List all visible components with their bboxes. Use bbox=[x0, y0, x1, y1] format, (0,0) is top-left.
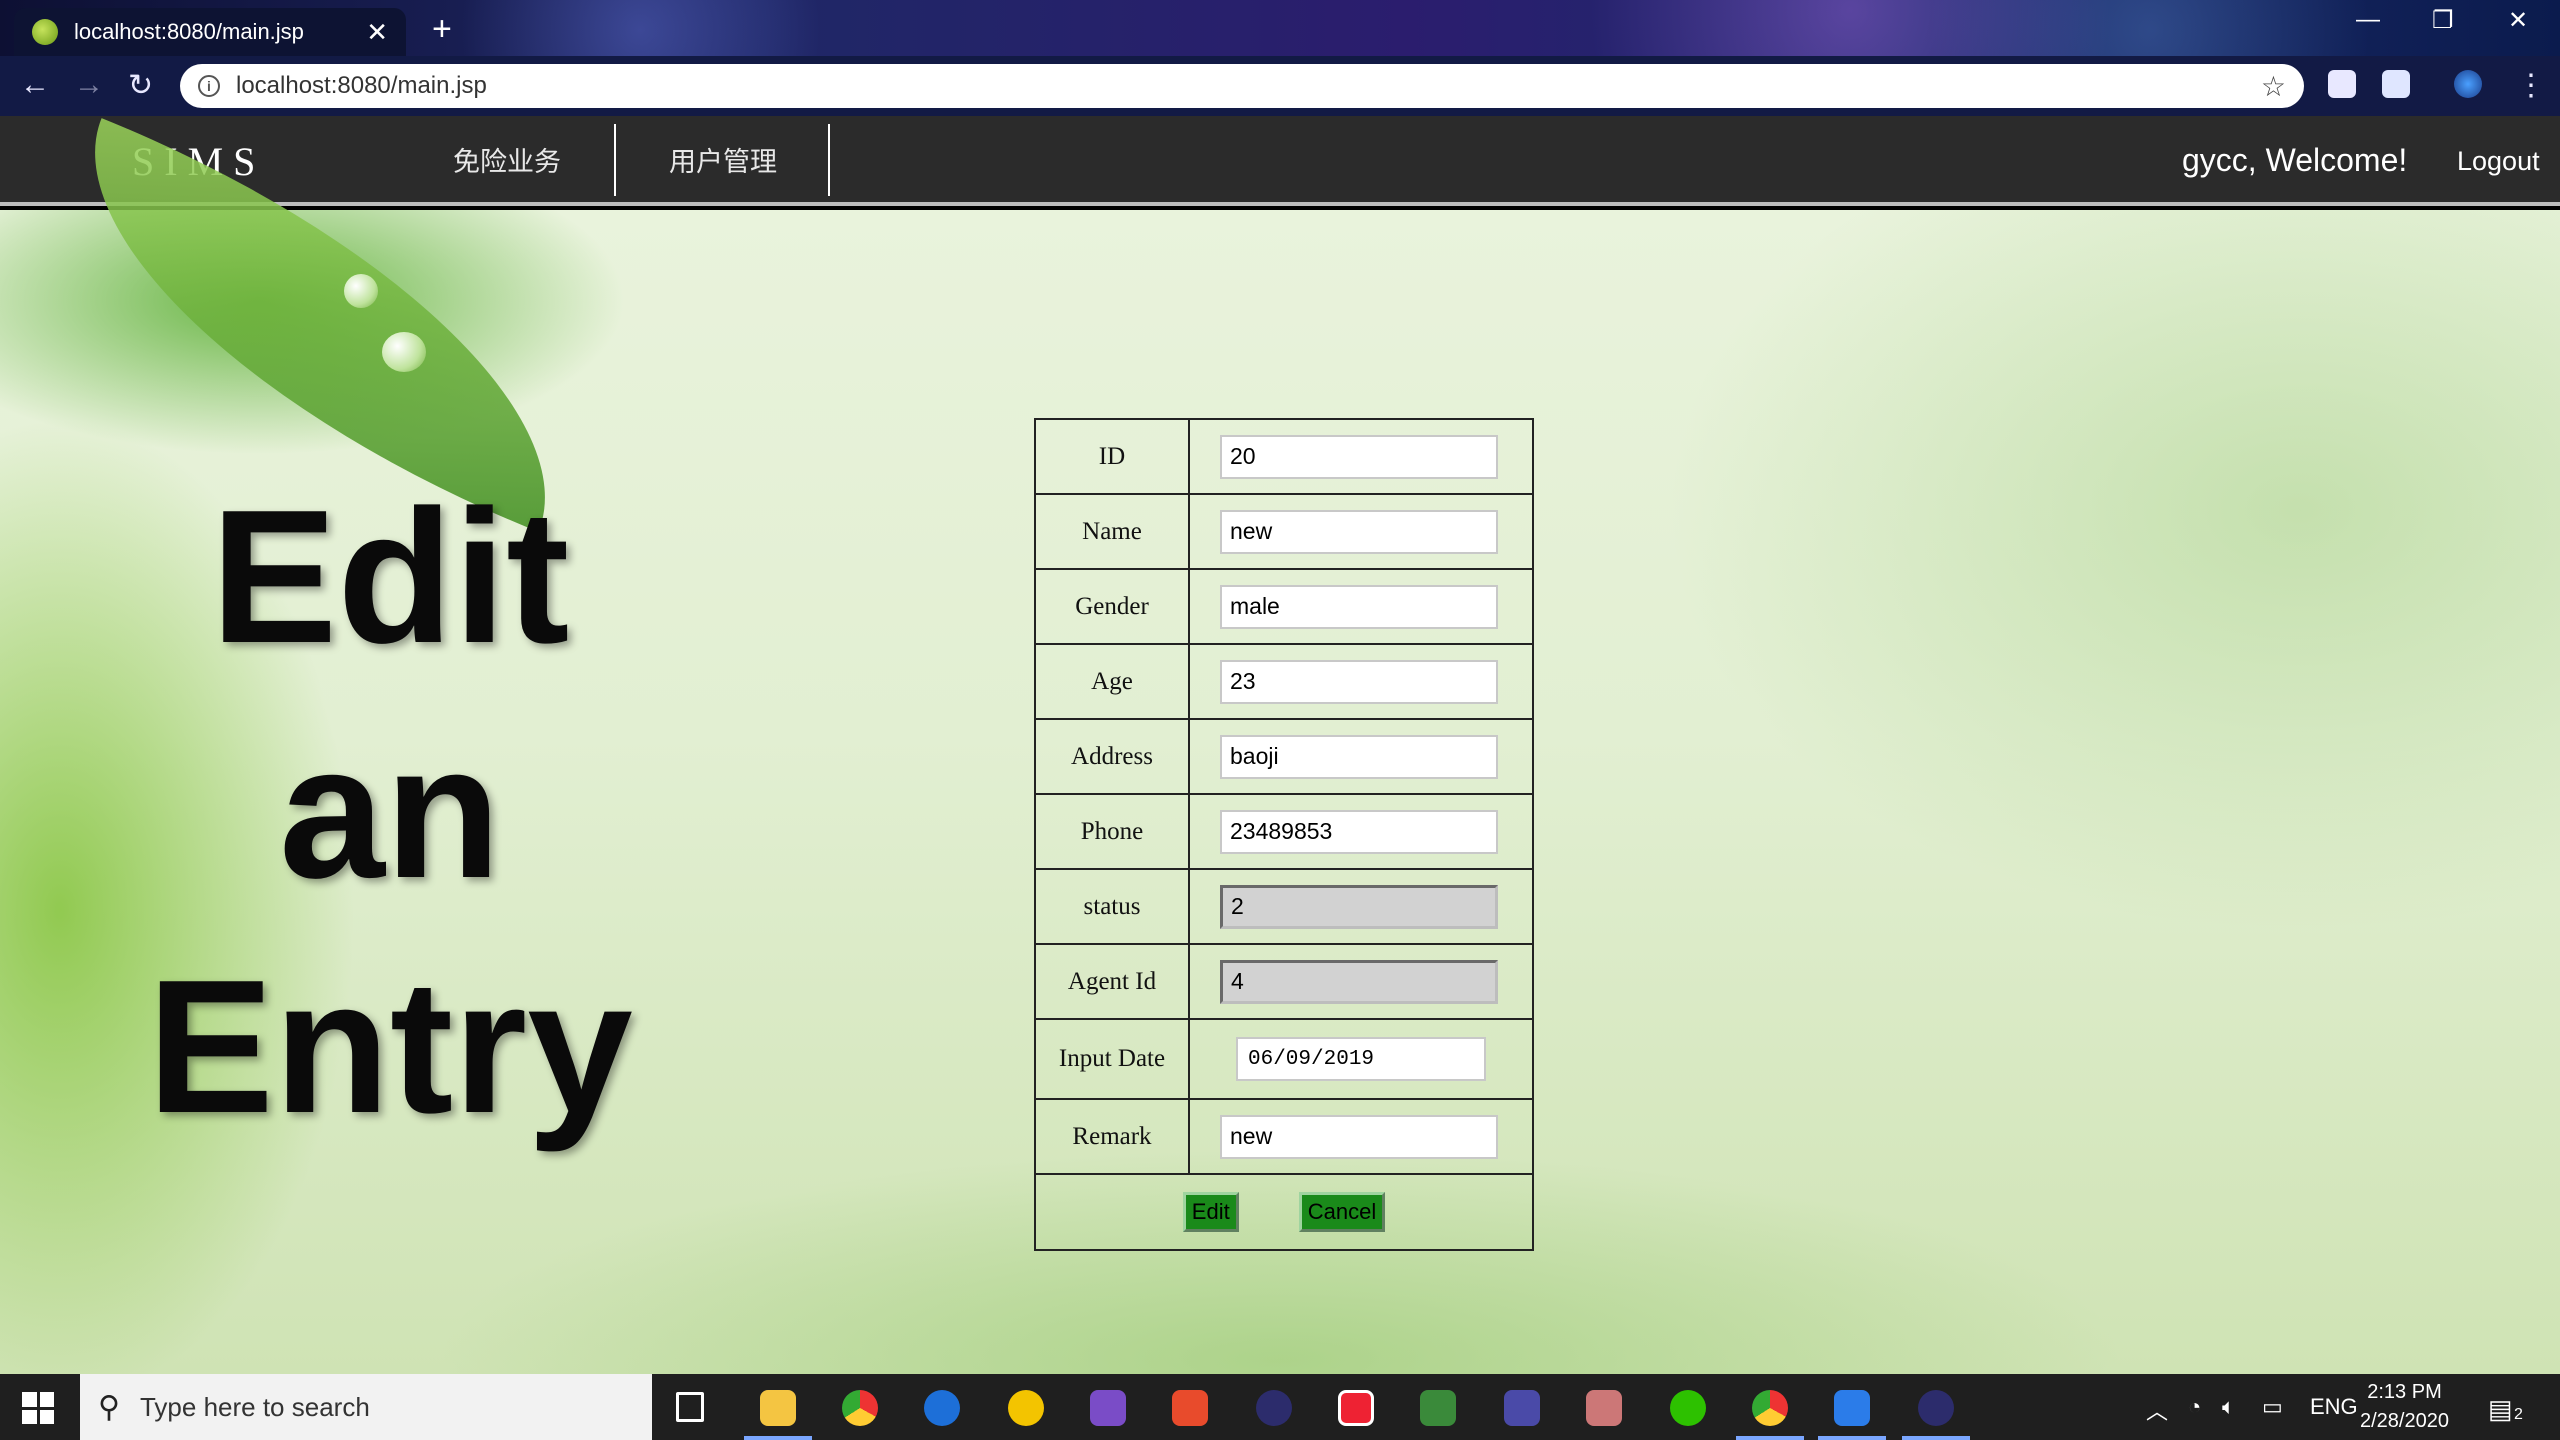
windows-taskbar: ⚲ Type here to search ︿ ◔ 🔈︎ ▭ ENG 2:13 … bbox=[0, 1374, 2560, 1440]
app-icon[interactable] bbox=[1172, 1390, 1208, 1426]
water-drop-decoration bbox=[344, 274, 378, 308]
new-tab-button[interactable]: + bbox=[432, 10, 452, 49]
agent-id-field bbox=[1220, 959, 1498, 1004]
extension-reader-icon[interactable] bbox=[2328, 70, 2356, 98]
form-row-address: Address bbox=[1034, 718, 1534, 795]
taskbar-clock[interactable]: 2:13 PM 2/28/2020 bbox=[2360, 1378, 2449, 1436]
wps-icon[interactable] bbox=[1818, 1390, 1886, 1440]
battery-icon[interactable]: ▭ bbox=[2262, 1394, 2283, 1420]
gender-field[interactable] bbox=[1220, 584, 1498, 629]
cancel-button[interactable]: Cancel bbox=[1298, 1192, 1386, 1232]
edit-button[interactable]: Edit bbox=[1182, 1192, 1239, 1232]
minimize-button[interactable]: — bbox=[2356, 6, 2380, 34]
extension-docs-icon[interactable] bbox=[2382, 70, 2410, 98]
file-explorer-icon[interactable] bbox=[744, 1390, 812, 1440]
nav-item-user-management[interactable]: 用户管理 bbox=[616, 116, 830, 202]
browser-menu-icon[interactable]: ⋮ bbox=[2516, 68, 2546, 103]
site-info-icon[interactable]: i bbox=[198, 75, 220, 97]
notification-icon[interactable]: ▤ bbox=[2488, 1394, 2513, 1425]
clock-time: 2:13 PM bbox=[2367, 1381, 2442, 1403]
water-drop-decoration bbox=[382, 332, 426, 372]
nav-item-insurance[interactable]: 免险业务 bbox=[420, 116, 594, 202]
field-label: Gender bbox=[1034, 568, 1190, 645]
restore-button[interactable]: ❐ bbox=[2432, 6, 2454, 35]
windows-start-icon[interactable] bbox=[22, 1392, 54, 1424]
wechat-icon[interactable] bbox=[1670, 1390, 1706, 1426]
back-arrow-icon[interactable]: ← bbox=[20, 68, 50, 102]
app-icon[interactable] bbox=[1586, 1390, 1622, 1426]
notification-count: 2 bbox=[2514, 1406, 2523, 1423]
visual-studio-icon[interactable] bbox=[1090, 1390, 1126, 1426]
clock-date: 2/28/2020 bbox=[2360, 1410, 2449, 1432]
app-icon[interactable] bbox=[1420, 1390, 1456, 1426]
input-date-field[interactable] bbox=[1236, 1037, 1486, 1081]
forward-arrow-icon[interactable]: → bbox=[74, 68, 104, 102]
remark-field[interactable] bbox=[1220, 1114, 1498, 1159]
app-icon[interactable] bbox=[1008, 1390, 1044, 1426]
field-label: Age bbox=[1034, 643, 1190, 720]
profile-avatar[interactable] bbox=[2454, 70, 2482, 98]
form-row-phone: Phone bbox=[1034, 793, 1534, 870]
search-placeholder: Type here to search bbox=[139, 1391, 370, 1422]
field-label: ID bbox=[1034, 418, 1190, 495]
address-bar[interactable]: i localhost:8080/main.jsp ☆ bbox=[180, 64, 2304, 108]
url-text: localhost:8080/main.jsp bbox=[236, 72, 487, 99]
tab-close-icon[interactable]: ✕ bbox=[366, 17, 388, 48]
field-label: Address bbox=[1034, 718, 1190, 795]
logout-link[interactable]: Logout bbox=[2457, 146, 2540, 177]
form-row-name: Name bbox=[1034, 493, 1534, 570]
app-icon[interactable] bbox=[1504, 1390, 1540, 1426]
bookmark-star-icon[interactable]: ☆ bbox=[2261, 70, 2286, 103]
age-field[interactable] bbox=[1220, 659, 1498, 704]
field-label: Input Date bbox=[1034, 1018, 1190, 1100]
taskbar-search[interactable]: ⚲ Type here to search bbox=[80, 1374, 652, 1440]
task-view-icon[interactable] bbox=[676, 1392, 704, 1422]
id-field[interactable] bbox=[1220, 434, 1498, 479]
form-actions-row: Edit Cancel bbox=[1034, 1173, 1534, 1251]
browser-tab[interactable]: localhost:8080/main.jsp ✕ bbox=[14, 8, 406, 56]
sogou-icon[interactable] bbox=[924, 1390, 960, 1426]
chrome-active-icon[interactable] bbox=[1736, 1390, 1804, 1440]
intellij-icon[interactable] bbox=[1338, 1390, 1374, 1426]
chrome-icon[interactable] bbox=[842, 1390, 878, 1426]
network-icon[interactable]: ◔ bbox=[2188, 1394, 2201, 1420]
form-row-gender: Gender bbox=[1034, 568, 1534, 645]
phone-field[interactable] bbox=[1220, 809, 1498, 854]
field-label: Agent Id bbox=[1034, 943, 1190, 1020]
field-label: Remark bbox=[1034, 1098, 1190, 1175]
edit-form: ID Name Gender Age Address Phone status … bbox=[1034, 418, 1534, 1251]
form-row-agent-id: Agent Id bbox=[1034, 943, 1534, 1020]
form-row-input-date: Input Date bbox=[1034, 1018, 1534, 1100]
eclipse-active-icon[interactable] bbox=[1902, 1390, 1970, 1440]
tray-chevron-icon[interactable]: ︿ bbox=[2146, 1394, 2168, 1426]
address-field[interactable] bbox=[1220, 734, 1498, 779]
tab-title: localhost:8080/main.jsp bbox=[74, 19, 304, 44]
search-icon: ⚲ bbox=[98, 1390, 120, 1424]
heading-line-1: Edit bbox=[210, 471, 570, 683]
form-row-status: status bbox=[1034, 868, 1534, 945]
volume-icon[interactable]: 🔈︎ bbox=[2222, 1394, 2235, 1420]
heading-line-2: an bbox=[279, 706, 501, 918]
form-row-id: ID bbox=[1034, 418, 1534, 495]
page-heading: Edit an Entry bbox=[80, 460, 700, 1165]
form-row-remark: Remark bbox=[1034, 1098, 1534, 1175]
form-row-age: Age bbox=[1034, 643, 1534, 720]
eclipse-icon[interactable] bbox=[1256, 1390, 1292, 1426]
field-label: status bbox=[1034, 868, 1190, 945]
reload-icon[interactable]: ↻ bbox=[128, 68, 153, 103]
name-field[interactable] bbox=[1220, 509, 1498, 554]
site-favicon-icon bbox=[32, 19, 58, 45]
field-label: Phone bbox=[1034, 793, 1190, 870]
nav-divider bbox=[828, 124, 830, 196]
language-indicator[interactable]: ENG bbox=[2310, 1394, 2358, 1420]
window-close-button[interactable]: ✕ bbox=[2508, 6, 2528, 35]
field-label: Name bbox=[1034, 493, 1190, 570]
status-field bbox=[1220, 884, 1498, 929]
app-navbar: SIMS 免险业务 用户管理 gycc, Welcome! Logout bbox=[0, 116, 2560, 206]
heading-line-3: Entry bbox=[147, 941, 633, 1153]
welcome-text: gycc, Welcome! bbox=[2182, 142, 2408, 178]
